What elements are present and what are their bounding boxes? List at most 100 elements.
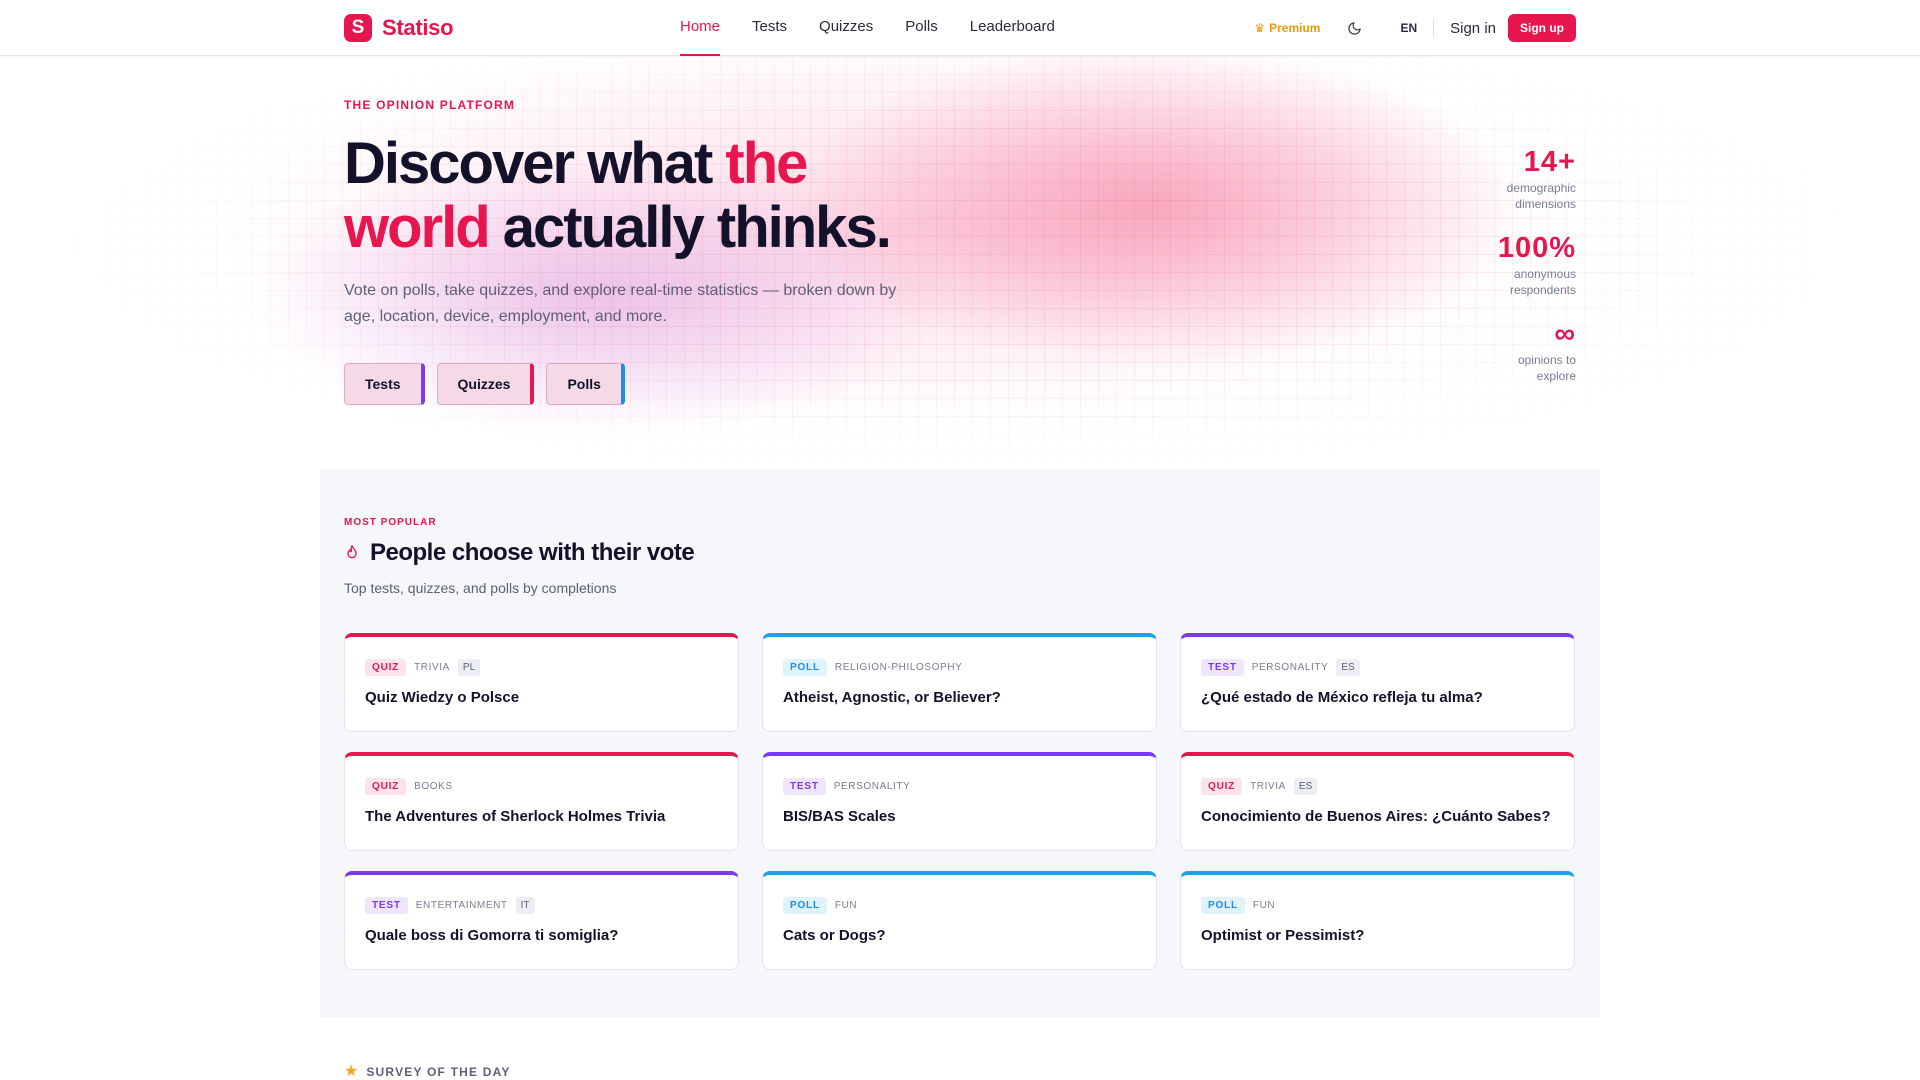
stat-label-line: opinions to bbox=[1517, 353, 1576, 367]
type-badge: TEST bbox=[1201, 658, 1244, 676]
stat-opinions: ∞ opinions to explore bbox=[1416, 318, 1576, 384]
header-divider bbox=[1433, 19, 1435, 37]
type-badge: POLL bbox=[1201, 896, 1245, 914]
hero-quizzes-button[interactable]: Quizzes bbox=[436, 363, 535, 405]
popular-card[interactable]: QUIZ TRIVIA ES Conocimiento de Buenos Ai… bbox=[1180, 752, 1575, 851]
stat-label: anonymous respondents bbox=[1416, 266, 1576, 298]
stat-label: demographic dimensions bbox=[1416, 180, 1576, 212]
card-tags: POLL FUN bbox=[1201, 895, 1554, 915]
star-icon: ★ bbox=[344, 1063, 359, 1080]
category-label: FUN bbox=[834, 899, 858, 911]
popular-card[interactable]: POLL RELIGION-PHILOSOPHY Atheist, Agnost… bbox=[762, 633, 1157, 732]
category-label: TRIVIA bbox=[414, 661, 450, 673]
popular-card[interactable]: TEST PERSONALITY BIS/BAS Scales bbox=[762, 752, 1157, 851]
hero-section: THE OPINION PLATFORM Discover what the wo… bbox=[0, 56, 1920, 466]
card-title: Quiz Wiedzy o Polsce bbox=[365, 689, 520, 706]
popular-card[interactable]: QUIZ BOOKS The Adventures of Sherlock Ho… bbox=[344, 752, 739, 851]
hero-buttons: Tests Quizzes Polls bbox=[344, 363, 625, 405]
stat-label-line: demographic bbox=[1506, 181, 1576, 195]
headline-part2: actually thinks. bbox=[488, 195, 892, 260]
card-tags: TEST ENTERTAINMENT IT bbox=[365, 895, 718, 915]
premium-link[interactable]: ♛ Premium bbox=[1254, 21, 1320, 35]
nav-tests[interactable]: Tests bbox=[752, 0, 787, 56]
card-title: Atheist, Agnostic, or Believer? bbox=[783, 689, 1001, 706]
card-title: The Adventures of Sherlock Holmes Trivia bbox=[365, 808, 666, 825]
top-navbar: S Statiso Home Tests Quizzes Polls Leade… bbox=[0, 0, 1920, 56]
stat-value: 14+ bbox=[1523, 146, 1576, 178]
popular-card[interactable]: POLL FUN Cats or Dogs? bbox=[762, 871, 1157, 970]
crown-icon: ♛ bbox=[1254, 21, 1266, 35]
category-label: PERSONALITY bbox=[1251, 661, 1329, 673]
headline-part1: Discover what bbox=[344, 131, 726, 196]
category-label: ENTERTAINMENT bbox=[415, 899, 508, 911]
hero-grid-background bbox=[0, 56, 1920, 466]
premium-label: Premium bbox=[1269, 21, 1321, 35]
nav-home[interactable]: Home bbox=[680, 0, 721, 56]
type-badge: TEST bbox=[783, 777, 826, 795]
stat-anonymous: 100% anonymous respondents bbox=[1416, 232, 1576, 298]
language-badge: PL bbox=[457, 658, 481, 676]
card-title: Quale boss di Gomorra ti somiglia? bbox=[365, 927, 619, 944]
popular-card[interactable]: TEST PERSONALITY ES ¿Qué estado de Méxic… bbox=[1180, 633, 1575, 732]
card-tags: QUIZ TRIVIA ES bbox=[1201, 776, 1554, 796]
language-badge: ES bbox=[1293, 777, 1318, 795]
popular-eyebrow: MOST POPULAR bbox=[344, 517, 437, 528]
stat-label-line: anonymous bbox=[1513, 267, 1576, 281]
signup-button[interactable]: Sign up bbox=[1508, 14, 1576, 42]
logo-text: Statiso bbox=[382, 15, 454, 40]
popular-title: People choose with their vote bbox=[370, 539, 695, 566]
card-title: Cats or Dogs? bbox=[783, 927, 886, 944]
header-actions: ♛ Premium EN Sign in Sign up bbox=[1254, 14, 1576, 42]
stat-label-line: explore bbox=[1536, 369, 1576, 383]
card-tags: QUIZ TRIVIA PL bbox=[365, 657, 718, 677]
hero-subtext: Vote on polls, take quizzes, and explore… bbox=[344, 282, 897, 325]
stat-label-line: dimensions bbox=[1515, 197, 1576, 211]
popular-title-row: People choose with their vote bbox=[344, 539, 695, 567]
category-label: FUN bbox=[1252, 899, 1276, 911]
type-badge: TEST bbox=[365, 896, 408, 914]
popular-subtitle: Top tests, quizzes, and polls by complet… bbox=[344, 580, 617, 596]
card-tags: TEST PERSONALITY ES bbox=[1201, 657, 1554, 677]
popular-grid: QUIZ TRIVIA PL Quiz Wiedzy o Polsce POLL… bbox=[344, 633, 1576, 970]
moon-icon[interactable] bbox=[1346, 20, 1362, 36]
type-badge: POLL bbox=[783, 658, 827, 676]
card-title: Conocimiento de Buenos Aires: ¿Cuánto Sa… bbox=[1201, 808, 1551, 825]
language-selector[interactable]: EN bbox=[1400, 21, 1417, 35]
card-title: BIS/BAS Scales bbox=[783, 808, 896, 825]
logo-icon: S bbox=[344, 14, 372, 42]
popular-card[interactable]: TEST ENTERTAINMENT IT Quale boss di Gomo… bbox=[344, 871, 739, 970]
card-tags: TEST PERSONALITY bbox=[783, 776, 1136, 796]
hero-tests-button[interactable]: Tests bbox=[344, 363, 425, 405]
type-badge: QUIZ bbox=[365, 777, 407, 795]
popular-card[interactable]: QUIZ TRIVIA PL Quiz Wiedzy o Polsce bbox=[344, 633, 739, 732]
type-badge: QUIZ bbox=[365, 658, 407, 676]
hero-headline: Discover what the world actually thinks. bbox=[344, 132, 964, 260]
popular-card[interactable]: POLL FUN Optimist or Pessimist? bbox=[1180, 871, 1575, 970]
nav-quizzes[interactable]: Quizzes bbox=[819, 0, 873, 56]
card-tags: QUIZ BOOKS bbox=[365, 776, 718, 796]
flame-icon bbox=[344, 543, 362, 563]
logo[interactable]: S Statiso bbox=[344, 14, 454, 42]
category-label: BOOKS bbox=[414, 780, 453, 792]
stat-demographics: 14+ demographic dimensions bbox=[1416, 146, 1576, 212]
stat-value: 100% bbox=[1497, 232, 1576, 264]
nav-polls[interactable]: Polls bbox=[905, 0, 938, 56]
card-title: Optimist or Pessimist? bbox=[1201, 927, 1365, 944]
card-tags: POLL RELIGION-PHILOSOPHY bbox=[783, 657, 1136, 677]
headline-accent-the: the bbox=[725, 131, 808, 196]
stat-label-line: respondents bbox=[1509, 283, 1576, 297]
category-label: RELIGION-PHILOSOPHY bbox=[834, 661, 963, 673]
type-badge: QUIZ bbox=[1201, 777, 1243, 795]
nav-leaderboard[interactable]: Leaderboard bbox=[970, 0, 1055, 56]
hero-polls-button[interactable]: Polls bbox=[546, 363, 625, 405]
type-badge: POLL bbox=[783, 896, 827, 914]
headline-accent-world: world bbox=[344, 195, 491, 260]
signin-link[interactable]: Sign in bbox=[1450, 20, 1496, 37]
language-badge: IT bbox=[515, 896, 535, 914]
stat-value: ∞ bbox=[1554, 318, 1576, 350]
survey-of-day-heading: ★ SURVEY OF THE DAY bbox=[344, 1063, 511, 1080]
hero-eyebrow: THE OPINION PLATFORM bbox=[344, 98, 516, 112]
card-tags: POLL FUN bbox=[783, 895, 1136, 915]
category-label: TRIVIA bbox=[1250, 780, 1286, 792]
main-nav: Home Tests Quizzes Polls Leaderboard bbox=[680, 0, 1055, 56]
